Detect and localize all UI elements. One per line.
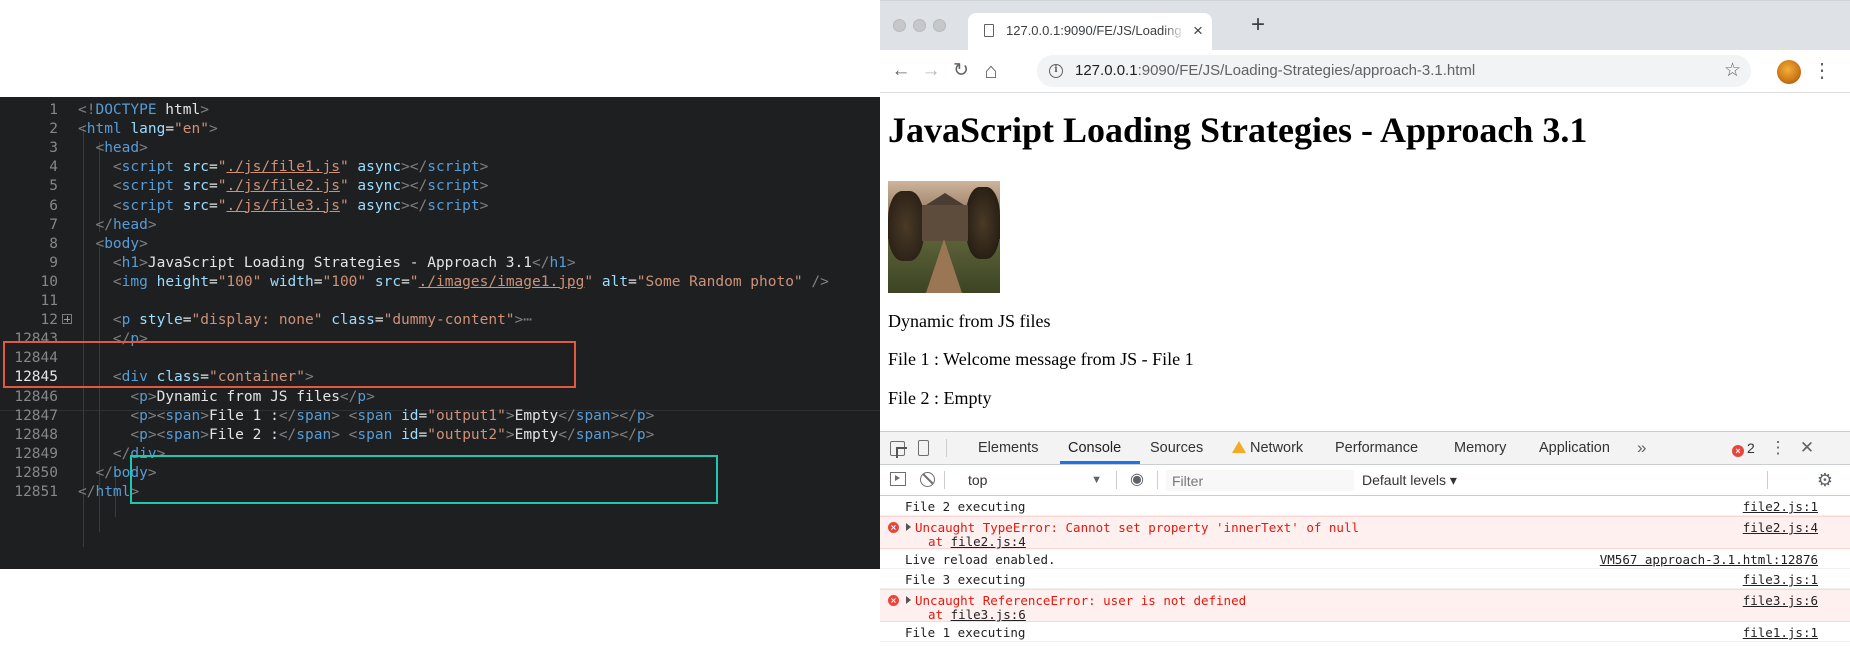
- browser-toolbar: ← → ↻ ⌂ i 127.0.0.1:9090/FE/JS/Loading-S…: [880, 50, 1850, 93]
- active-tab-indicator: [1060, 461, 1140, 464]
- forward-button[interactable]: →: [918, 58, 944, 84]
- filter-input[interactable]: [1166, 470, 1354, 491]
- console-message-text: Uncaught ReferenceError: user is not def…: [915, 593, 1247, 608]
- console-log-row: File 3 executing file3.js:1: [880, 569, 1850, 589]
- bookmark-star-icon[interactable]: ☆: [1724, 59, 1741, 82]
- console-message-text: Live reload enabled.: [905, 552, 1056, 567]
- console-error-row: × Uncaught ReferenceError: user is not de…: [880, 589, 1850, 622]
- tab-close-icon[interactable]: ×: [1188, 21, 1208, 41]
- back-button[interactable]: ←: [888, 58, 914, 84]
- address-bar[interactable]: i 127.0.0.1:9090/FE/JS/Loading-Strategie…: [1037, 55, 1751, 87]
- url-text: 127.0.0.1:9090/FE/JS/Loading-Strategies/…: [1075, 62, 1475, 79]
- source-link[interactable]: file3.js:1: [1743, 572, 1818, 587]
- home-button[interactable]: ⌂: [978, 58, 1004, 84]
- window-zoom-button[interactable]: [933, 19, 946, 32]
- devtools-tab-bar: Elements Console Sources Network Perform…: [880, 432, 1850, 465]
- devtools-tab-application[interactable]: Application: [1539, 432, 1610, 464]
- page-heading: JavaScript Loading Strategies - Approach…: [888, 110, 1588, 150]
- document-icon: [984, 24, 994, 37]
- console-messages: File 2 executing file2.js:1 × Uncaught Type…: [880, 496, 1850, 642]
- annotation-box-red: [3, 341, 576, 388]
- tab-strip: 127.0.0.1:9090/FE/JS/Loading-Strategies/…: [880, 0, 1850, 51]
- expand-triangle-icon[interactable]: [906, 523, 911, 531]
- fold-expand-icon[interactable]: [62, 314, 72, 325]
- devtools-tab-elements[interactable]: Elements: [978, 432, 1038, 464]
- line-number: 12851: [14, 484, 58, 500]
- context-select[interactable]: top ▼: [968, 470, 1108, 490]
- annotation-box-teal: [130, 455, 718, 504]
- devtools-menu-icon[interactable]: ⋮: [1768, 438, 1788, 458]
- browser-tab[interactable]: 127.0.0.1:9090/FE/JS/Loading-Strategies/…: [968, 13, 1212, 51]
- reload-button[interactable]: ↻: [948, 58, 974, 84]
- clear-console-icon[interactable]: [920, 472, 935, 487]
- error-icon: ×: [1732, 445, 1744, 457]
- divider: [1157, 471, 1158, 489]
- eye-icon[interactable]: ◉: [1127, 471, 1147, 489]
- expand-triangle-icon[interactable]: [906, 596, 911, 604]
- console-log-row: File 1 executing file1.js:1: [880, 622, 1850, 642]
- devtools-panel: Elements Console Sources Network Perform…: [880, 431, 1850, 672]
- source-link[interactable]: VM567 approach-3.1.html:12876: [1600, 552, 1818, 567]
- settings-gear-icon[interactable]: ⚙: [1815, 470, 1835, 490]
- browser-window: 127.0.0.1:9090/FE/JS/Loading-Strategies/…: [880, 0, 1850, 672]
- source-link[interactable]: file3.js:6: [1743, 593, 1818, 608]
- chevron-down-icon: ▼: [1091, 474, 1102, 486]
- console-sidebar-icon[interactable]: [890, 472, 906, 486]
- error-count: 2: [1747, 440, 1755, 456]
- tab-title: 127.0.0.1:9090/FE/JS/Loading-Strategies/…: [1006, 23, 1182, 38]
- source-link[interactable]: file2.js:4: [1743, 520, 1818, 535]
- url-host: 127.0.0.1: [1075, 62, 1138, 79]
- error-count-badge[interactable]: × 2: [1732, 432, 1755, 464]
- page-paragraph-dynamic: Dynamic from JS files: [888, 311, 1051, 331]
- device-toolbar-icon[interactable]: [918, 440, 929, 456]
- console-log-row: File 2 executing file2.js:1: [880, 496, 1850, 516]
- warning-icon: [1232, 441, 1246, 453]
- more-tabs-icon[interactable]: »: [1637, 432, 1646, 464]
- divider: [944, 471, 945, 489]
- page-paragraph-file2: File 2 : Empty: [888, 388, 992, 408]
- tab-title-fade: [1163, 21, 1185, 43]
- divider: [1767, 471, 1768, 489]
- info-icon[interactable]: i: [1049, 64, 1063, 78]
- stack-trace: at file3.js:6: [928, 607, 1026, 622]
- browser-menu-icon[interactable]: ⋮: [1812, 58, 1832, 84]
- stack-trace-link[interactable]: file2.js:4: [951, 534, 1026, 549]
- devtools-tab-performance[interactable]: Performance: [1335, 432, 1418, 464]
- source-link[interactable]: file2.js:1: [1743, 499, 1818, 514]
- devtools-tab-network-label: Network: [1250, 440, 1304, 456]
- page-photo: [888, 181, 1000, 293]
- console-message-text: File 1 executing: [905, 625, 1026, 640]
- stack-trace: at file2.js:4: [928, 534, 1026, 549]
- devtools-tab-sources[interactable]: Sources: [1150, 432, 1203, 464]
- console-toolbar: top ▼ ◉ Default levels ▾ ⚙: [880, 465, 1850, 496]
- stack-trace-link[interactable]: file3.js:6: [951, 607, 1026, 622]
- rendered-page: JavaScript Loading Strategies - Approach…: [880, 93, 1850, 431]
- log-levels-dropdown[interactable]: Default levels ▾: [1362, 470, 1457, 490]
- error-icon: ×: [888, 522, 899, 533]
- console-log-row: Live reload enabled. VM567 approach-3.1.h…: [880, 549, 1850, 569]
- window-close-button[interactable]: [893, 19, 906, 32]
- error-icon: ×: [888, 595, 899, 606]
- profile-avatar[interactable]: [1777, 60, 1801, 84]
- divider: [1116, 471, 1117, 489]
- source-link[interactable]: file1.js:1: [1743, 625, 1818, 640]
- code-editor[interactable]: 1 <!DOCTYPE html> 2 <html lang="en"> 3 <head…: [0, 97, 880, 569]
- console-message-text: File 3 executing: [905, 572, 1026, 587]
- new-tab-button[interactable]: +: [1246, 13, 1270, 37]
- page-paragraph-file1: File 1 : Welcome message from JS - File …: [888, 349, 1194, 369]
- divider: [946, 439, 947, 457]
- console-message-text: Uncaught TypeError: Cannot set property …: [915, 520, 1360, 535]
- console-error-row: × Uncaught TypeError: Cannot set property…: [880, 516, 1850, 549]
- window-minimize-button[interactable]: [913, 19, 926, 32]
- url-path: :9090/FE/JS/Loading-Strategies/approach-…: [1137, 62, 1476, 79]
- devtools-tab-network[interactable]: Network: [1232, 432, 1303, 464]
- devtools-close-icon[interactable]: ✕: [1797, 438, 1817, 458]
- devtools-tab-memory[interactable]: Memory: [1454, 432, 1506, 464]
- inspect-element-icon[interactable]: [890, 441, 905, 456]
- context-value: top: [968, 472, 988, 488]
- console-message-text: File 2 executing: [905, 499, 1026, 514]
- devtools-tab-console[interactable]: Console: [1068, 432, 1121, 464]
